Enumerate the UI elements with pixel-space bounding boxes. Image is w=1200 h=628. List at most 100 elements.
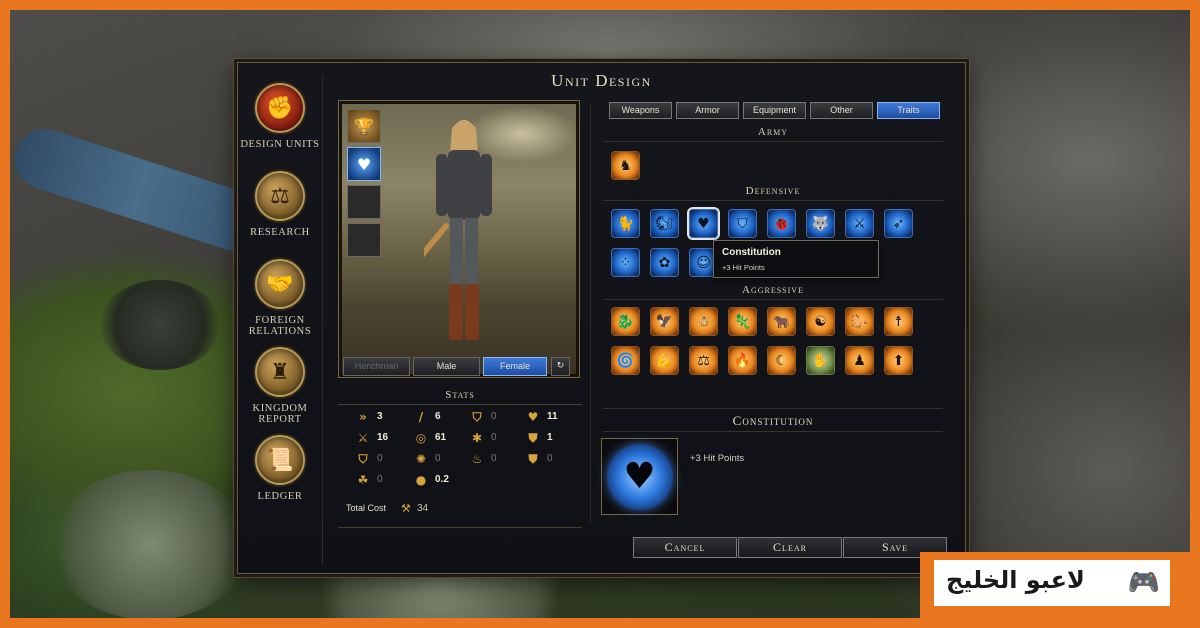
hand-icon[interactable]: ✋ — [806, 346, 835, 375]
crossed-swords-icon: ⚔ — [357, 431, 369, 445]
heart-icon[interactable]: ♥ — [689, 209, 718, 238]
magic-icon: ☘ — [357, 473, 369, 487]
male-button[interactable]: Male — [413, 357, 480, 376]
cat-icon[interactable]: 🐈 — [611, 209, 640, 238]
stats-title: Stats — [445, 389, 475, 401]
tab-equipment[interactable]: Equipment — [743, 102, 806, 119]
total-cost-label: Total Cost — [346, 503, 387, 513]
fire-shield-icon: ♨ — [471, 452, 483, 466]
hit-icon: ✱ — [471, 431, 483, 445]
divider — [603, 299, 943, 300]
detail-title: Constitution — [732, 413, 814, 428]
compass-icon[interactable]: ⚖ — [689, 346, 718, 375]
twin-faces-icon[interactable]: ☯ — [806, 307, 835, 336]
bull-icon[interactable]: 🐂 — [767, 307, 796, 336]
tab-other[interactable]: Other — [810, 102, 873, 119]
nav-foreign-relations[interactable]: 🤝 Foreign Relations — [238, 259, 322, 337]
tab-weapons[interactable]: Weapons — [609, 102, 672, 119]
sword-icon: / — [418, 410, 424, 424]
trait-detail-image: ♥ — [601, 438, 678, 515]
stat-magic: ☘ 0 — [357, 473, 383, 487]
tab-traits[interactable]: Traits — [877, 102, 940, 119]
spell-icon: ✺ — [415, 452, 427, 466]
lizard-icon[interactable]: 🦎 — [728, 307, 757, 336]
nav-design-units[interactable]: ✊ Design Units — [238, 83, 322, 150]
archer-icon[interactable]: ➶ — [884, 209, 913, 238]
flower-icon[interactable]: ✿ — [650, 248, 679, 277]
production-icon: ⚒ — [401, 502, 411, 515]
stat-attack: /6 — [414, 410, 472, 426]
eagle-icon[interactable]: 🦅 — [650, 307, 679, 336]
handshake-icon: 🤝 — [255, 259, 305, 309]
tab-armor[interactable]: Armor — [676, 102, 739, 119]
stat-upkeep: ● 0.2 — [415, 473, 449, 487]
shield-plus-icon: ⛉ — [358, 452, 368, 466]
armor-icon: ⛊ — [528, 431, 538, 445]
female-button[interactable]: Female — [483, 357, 547, 376]
crescent-icon[interactable]: ☾ — [767, 346, 796, 375]
fencer-icon[interactable]: ⚔ — [845, 209, 874, 238]
section-defensive: Defensive — [745, 185, 801, 197]
unit-figure — [424, 120, 492, 340]
flex-arm-icon[interactable]: 💪 — [650, 346, 679, 375]
panel-title: Unit Design — [551, 71, 652, 90]
divider — [603, 408, 943, 409]
unit-design-panel: Unit Design ✊ Design Units ⚖ Research 🤝 … — [237, 62, 966, 574]
flame-icon[interactable]: 🔥 — [728, 346, 757, 375]
empty-equipment-slot[interactable] — [347, 185, 381, 219]
dodge-icon: ⛊ — [528, 452, 538, 466]
footprints-icon[interactable]: ⁘ — [611, 248, 640, 277]
tooltip-title: Constitution — [722, 247, 781, 258]
stat-combat: ⚔ 16 — [357, 431, 389, 445]
beetle-icon[interactable]: 🐞 — [767, 209, 796, 238]
nav-label: Foreign Relations — [248, 315, 312, 337]
section-army: Army — [757, 126, 789, 138]
nav-research[interactable]: ⚖ Research — [238, 171, 322, 238]
spearman-icon[interactable]: ☨ — [884, 307, 913, 336]
nav-label: Ledger — [257, 491, 303, 502]
stat-hit: ✱ 0 — [471, 431, 497, 445]
nav-kingdom-report[interactable]: ♜ Kingdom Report — [238, 347, 322, 425]
henchman-button[interactable]: Henchman — [343, 357, 410, 376]
stat-fire: ♨ 0 — [471, 452, 497, 466]
horse-icon[interactable]: 🐎 — [845, 307, 874, 336]
squirrel-icon[interactable]: 🐿 — [650, 209, 679, 238]
ogre-icon[interactable]: ☃ — [689, 307, 718, 336]
compass-icon: ⚖ — [255, 171, 305, 221]
column-divider — [590, 103, 591, 523]
total-cost-value: 34 — [417, 503, 429, 514]
brute-icon[interactable]: ♟ — [845, 346, 874, 375]
stat-defense: ⛉ 0 — [470, 410, 528, 426]
army-trait-icon[interactable]: ♞ — [611, 151, 640, 180]
rotate-icon[interactable]: ↻ — [551, 357, 570, 376]
forest — [50, 470, 250, 618]
gold-icon: ● — [415, 473, 427, 487]
stat-shield: ⛉ 0 — [356, 452, 414, 468]
vortex-icon[interactable]: 🌀 — [611, 346, 640, 375]
target-icon: ◎ — [415, 431, 427, 445]
divider — [338, 404, 582, 405]
empty-equipment-slot[interactable] — [347, 223, 381, 257]
goblet-icon[interactable]: 🏆 — [347, 109, 381, 143]
gamepad-icon: 🎮 — [1127, 568, 1161, 598]
shield-icon[interactable]: ⛉ — [728, 209, 757, 238]
castle-icon: ♜ — [255, 347, 305, 397]
stat-dodge: ⛊ 0 — [526, 452, 584, 468]
stat-hit-points: ♥ 11 — [527, 410, 558, 424]
detail-description: +3 Hit Points — [690, 453, 745, 464]
forest — [100, 280, 220, 370]
stat-armor: ⛊ 1 — [526, 431, 584, 447]
stat-speed: » 3 — [356, 410, 414, 426]
clear-button[interactable]: Clear — [738, 537, 842, 558]
arrow-up-icon[interactable]: ⬆ — [884, 346, 913, 375]
divider — [603, 141, 943, 142]
wolf-icon[interactable]: 🐺 — [806, 209, 835, 238]
unit-portrait: 🏆 ♥ — [338, 100, 580, 378]
nav-ledger[interactable]: 📜 Ledger — [238, 435, 322, 502]
divider — [338, 527, 582, 528]
divider — [603, 200, 943, 201]
heart-icon[interactable]: ♥ — [347, 147, 381, 181]
dragon-icon[interactable]: 🐉 — [611, 307, 640, 336]
speed-icon: » — [359, 410, 367, 424]
cancel-button[interactable]: Cancel — [633, 537, 737, 558]
